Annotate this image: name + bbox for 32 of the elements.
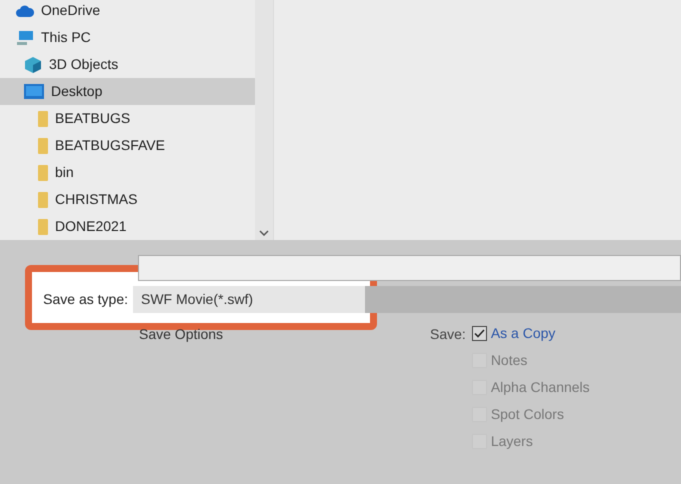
- chevron-down-icon[interactable]: [259, 230, 269, 236]
- checkbox-label: Layers: [490, 432, 533, 451]
- nav-item[interactable]: CHRISTMAS: [0, 186, 255, 213]
- folder-icon: [38, 164, 48, 180]
- folder-icon: [38, 218, 48, 234]
- checkbox-label: Notes: [490, 350, 528, 370]
- folder-icon: [38, 138, 48, 154]
- save-as-type-label: Save as type:: [42, 290, 129, 309]
- cloud-icon: [16, 4, 34, 16]
- folder-icon: [38, 192, 48, 208]
- checkbox-label: Spot Colors: [490, 404, 564, 424]
- monitor-icon: [24, 84, 44, 99]
- scrollbar[interactable]: [255, 0, 273, 240]
- folder-icon: [38, 110, 48, 126]
- file-name-field[interactable]: [138, 255, 681, 281]
- nav-item[interactable]: Desktop: [0, 78, 255, 105]
- nav-item[interactable]: BEATBUGSFAVE: [0, 132, 255, 159]
- save-label: Save:: [430, 325, 466, 342]
- save-as-type-dropdown[interactable]: SWF Movie(*.swf): [133, 286, 681, 312]
- nav-item[interactable]: BEATBUGS: [0, 105, 255, 132]
- nav-item[interactable]: This PC: [0, 24, 255, 51]
- nav-item[interactable]: bin: [0, 159, 255, 186]
- cube-icon: [24, 56, 42, 74]
- computer-icon: [16, 30, 34, 46]
- checkbox-label: Alpha Channels: [490, 378, 590, 397]
- checkbox[interactable]: [472, 326, 487, 340]
- nav-item[interactable]: DONE2021: [0, 213, 255, 240]
- nav-item[interactable]: OneDrive: [0, 0, 255, 24]
- save-options-heading: Save Options: [139, 325, 224, 344]
- nav-item[interactable]: 3D Objects: [0, 51, 255, 78]
- checkbox-label: As a Copy: [490, 324, 556, 343]
- checkmark-icon: [474, 328, 485, 338]
